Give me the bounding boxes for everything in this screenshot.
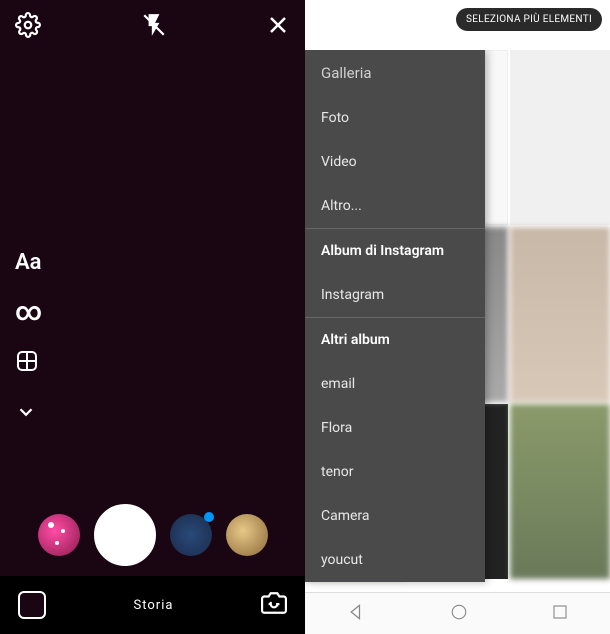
- album-dropdown-menu: Galleria Foto Video Altro... Album di In…: [305, 50, 485, 582]
- story-tools-sidebar: Aa ∞: [15, 250, 42, 429]
- nav-home-icon[interactable]: [450, 603, 468, 625]
- album-item-flora[interactable]: Flora: [305, 406, 485, 450]
- photo-thumbnail[interactable]: [510, 227, 610, 402]
- effect-sparkle[interactable]: [38, 514, 80, 556]
- text-tool-icon[interactable]: Aa: [15, 250, 42, 275]
- close-icon[interactable]: [266, 13, 290, 37]
- camera-viewfinder: Aa ∞: [0, 0, 305, 576]
- camera-top-bar: [0, 0, 305, 50]
- photo-thumbnail[interactable]: [510, 404, 610, 579]
- multi-select-button[interactable]: SELEZIONA PIÙ ELEMENTI: [456, 8, 602, 31]
- album-item-altro[interactable]: Altro...: [305, 184, 485, 228]
- story-camera-pane: Aa ∞ Storia: [0, 0, 305, 634]
- album-item-camera[interactable]: Camera: [305, 494, 485, 538]
- album-section-other: Altri album: [305, 317, 485, 362]
- gallery-body: Galleria Foto Video Altro... Album di In…: [305, 50, 610, 592]
- gallery-header: SELEZIONA PIÙ ELEMENTI: [305, 0, 610, 50]
- effects-carousel[interactable]: [0, 504, 305, 566]
- settings-icon[interactable]: [15, 12, 41, 38]
- effect-face-filter[interactable]: [170, 514, 212, 556]
- effect-gold[interactable]: [226, 514, 268, 556]
- album-item-video[interactable]: Video: [305, 140, 485, 184]
- android-nav-bar: [305, 592, 610, 634]
- layout-tool-icon[interactable]: [15, 349, 42, 379]
- camera-footer: Storia: [0, 576, 305, 634]
- switch-camera-icon[interactable]: [261, 590, 287, 620]
- flash-off-icon[interactable]: [141, 12, 167, 38]
- album-item-foto[interactable]: Foto: [305, 96, 485, 140]
- dropdown-title[interactable]: Galleria: [305, 50, 485, 96]
- album-item-email[interactable]: email: [305, 362, 485, 406]
- photo-thumbnail[interactable]: [510, 50, 610, 225]
- album-section-instagram: Album di Instagram: [305, 228, 485, 273]
- nav-back-icon[interactable]: [347, 602, 367, 626]
- more-tools-chevron-icon[interactable]: [15, 401, 42, 429]
- album-item-tenor[interactable]: tenor: [305, 450, 485, 494]
- mode-label[interactable]: Storia: [134, 598, 174, 613]
- capture-button[interactable]: [94, 504, 156, 566]
- boomerang-tool-icon[interactable]: ∞: [15, 297, 42, 327]
- nav-recent-icon[interactable]: [551, 603, 569, 625]
- album-item-instagram[interactable]: Instagram: [305, 273, 485, 317]
- gallery-picker-pane: SELEZIONA PIÙ ELEMENTI Galleria Foto Vid…: [305, 0, 610, 634]
- gallery-thumbnail-button[interactable]: [18, 591, 46, 619]
- album-item-youcut[interactable]: youcut: [305, 538, 485, 582]
